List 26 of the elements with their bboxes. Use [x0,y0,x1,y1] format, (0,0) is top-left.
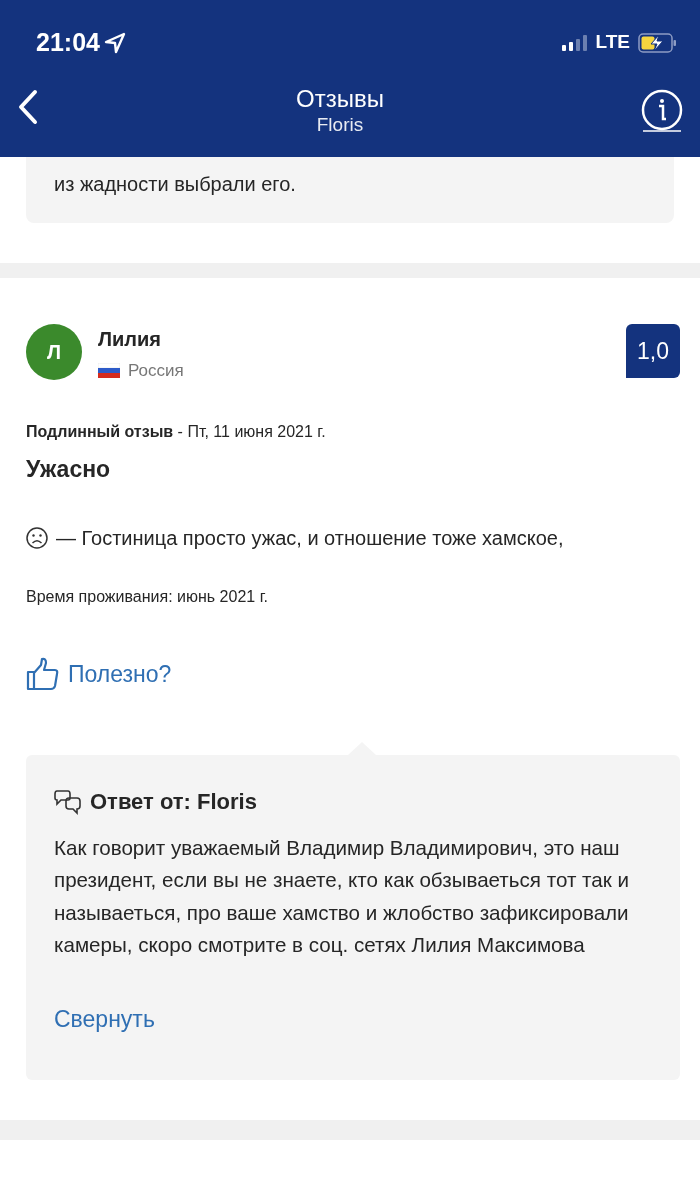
sad-face-icon [26,527,48,549]
flag-icon [98,363,120,379]
speech-bubbles-icon [54,787,82,815]
signal-icon [561,34,588,51]
thumbs-up-icon [26,657,60,692]
review-negative-text: — Гостиница просто ужас, и отношение тоже хамское, [56,526,564,551]
reply-heading: Ответ от: Floris [90,787,257,816]
author-country: Россия [128,360,184,382]
battery-charging-icon [638,32,678,53]
location-arrow-icon [103,31,126,54]
status-time: 21:04 [36,26,100,58]
back-button[interactable] [16,89,40,125]
stay-date: Время проживания: июнь 2021 г. [26,587,269,607]
helpful-button[interactable]: Полезно? [26,657,172,692]
avatar: Л [26,324,82,380]
screen-subtitle: Floris [315,113,365,137]
author-name: Лилия [98,327,162,352]
reply-text: из жадности выбрали его. [54,172,297,197]
score-badge: 1,0 [626,324,680,378]
review-title: Ужасно [26,454,112,484]
review-meta: Подлинный отзыв - Пт, 11 июня 2021 г. [26,421,327,442]
reply-text: Как говорит уважаемый Владимир Владимирович, это наш президент, если вы не знаете, кто как обзываеться тот так и называеться, про ваше хамство и жлобство зафиксировали камеры, скоро смотрите в соц. сетях Лилия Максимова [54,834,630,958]
screen-title: Отзывы [296,85,384,114]
info-button[interactable] [640,89,684,133]
network-label: LTE [595,30,630,55]
collapse-link[interactable]: Свернуть [54,1001,155,1036]
